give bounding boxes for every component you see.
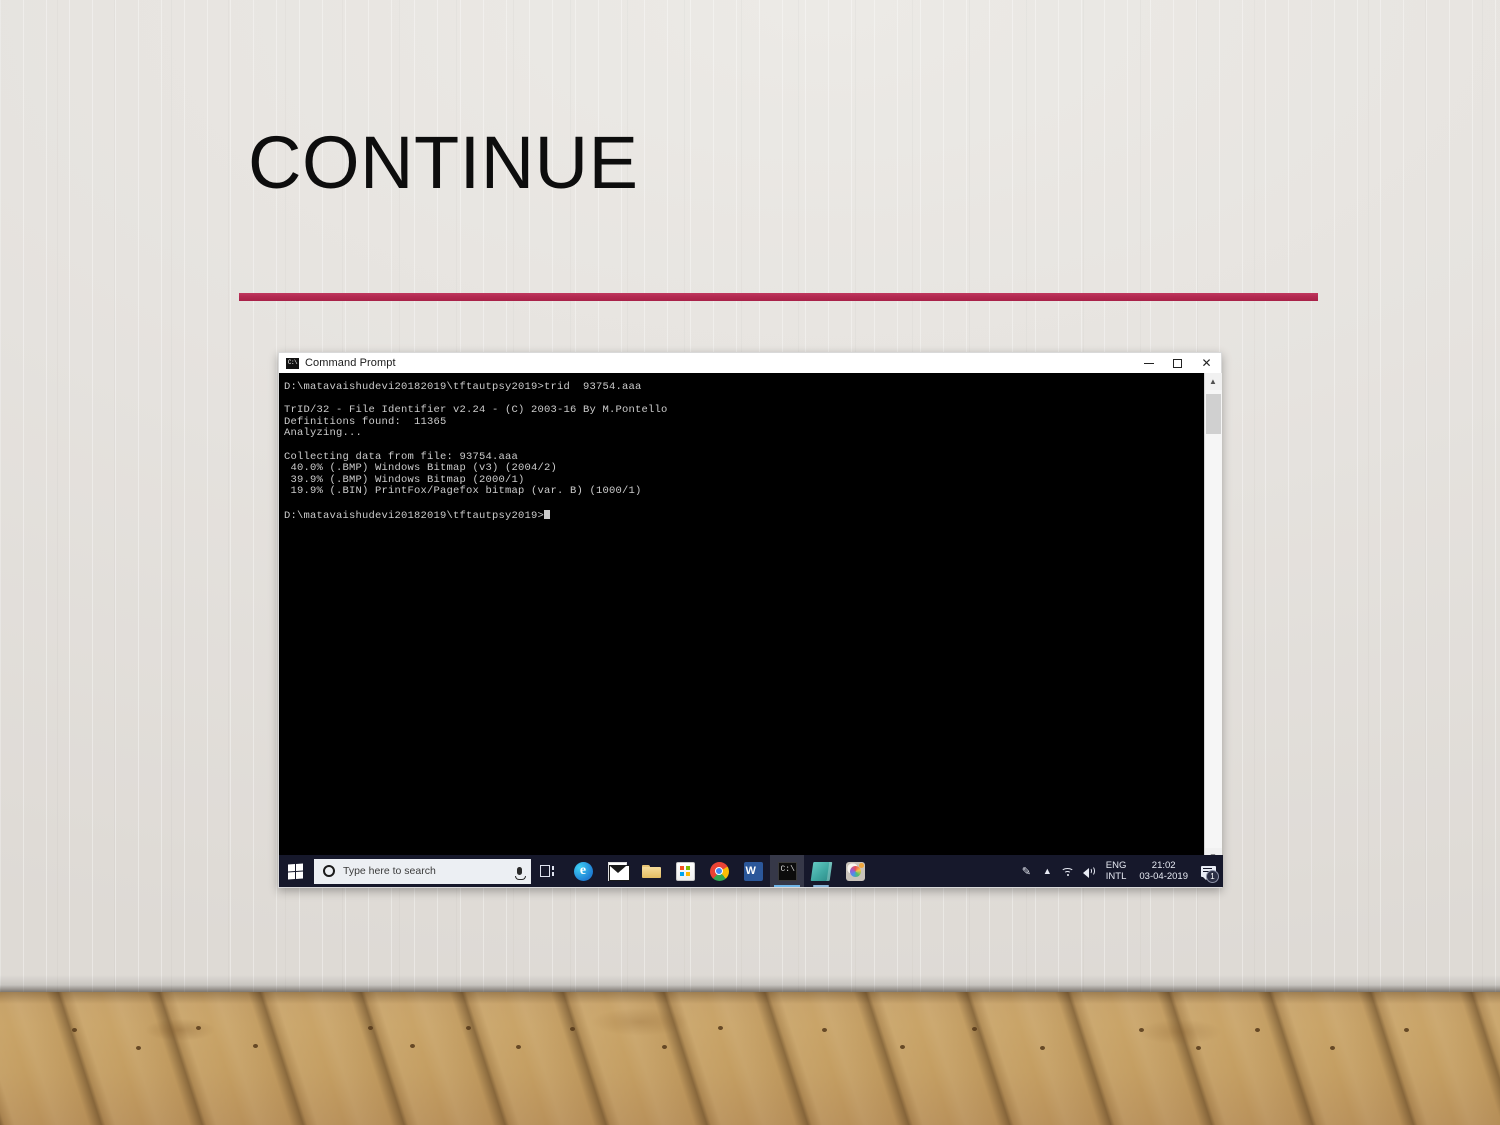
clock-time: 21:02 xyxy=(1151,860,1176,871)
command-prompt-icon: C:\ xyxy=(286,357,299,369)
command-prompt-window[interactable]: C:\ Command Prompt ✕ D:\matavaishudevi20… xyxy=(278,352,1223,888)
window-controls: ✕ xyxy=(1134,353,1221,373)
taskbar-app-buttons: e W C:\ xyxy=(566,855,872,887)
cortana-circle-icon xyxy=(323,865,335,877)
search-input[interactable]: Type here to search xyxy=(314,858,531,884)
title-accent-rule xyxy=(239,293,1318,301)
notification-count-badge: 1 xyxy=(1206,870,1219,883)
window-title: Command Prompt xyxy=(305,357,396,369)
pen-input-icon[interactable]: ✎ xyxy=(1016,855,1037,887)
clock-date: 03-04-2019 xyxy=(1139,871,1188,882)
console-text: D:\matavaishudevi20182019\tftautpsy2019>… xyxy=(284,381,668,522)
maximize-button[interactable] xyxy=(1163,353,1192,373)
file-explorer-icon xyxy=(641,862,661,881)
taskbar-item-google-chrome[interactable] xyxy=(702,855,736,887)
chrome-icon xyxy=(709,861,729,881)
wall-floor-shadow xyxy=(0,975,1500,993)
close-button[interactable]: ✕ xyxy=(1192,353,1221,373)
taskbar-item-mail[interactable] xyxy=(600,855,634,887)
taskbar-item-paint-3d[interactable] xyxy=(838,855,872,887)
language-indicator[interactable]: ENG INTL xyxy=(1100,860,1133,882)
taskbar-item-teal-app[interactable] xyxy=(804,855,838,887)
console-output[interactable]: D:\matavaishudevi20182019\tftautpsy2019>… xyxy=(279,373,1204,865)
console-scrollbar[interactable]: ▲ ▼ xyxy=(1204,373,1222,865)
taskbar-item-microsoft-edge[interactable]: e xyxy=(566,855,600,887)
wifi-icon[interactable] xyxy=(1058,855,1079,887)
language-line-1: ENG xyxy=(1105,860,1127,871)
task-view-icon xyxy=(539,865,554,877)
console-area[interactable]: D:\matavaishudevi20182019\tftautpsy2019>… xyxy=(279,373,1222,865)
start-button[interactable] xyxy=(279,855,312,887)
wooden-floor xyxy=(0,992,1500,1125)
minimize-button[interactable] xyxy=(1134,353,1163,373)
windows-logo-icon xyxy=(288,862,303,880)
scrollbar-track[interactable] xyxy=(1204,390,1222,848)
window-title-bar[interactable]: C:\ Command Prompt ✕ xyxy=(279,353,1221,373)
windows-taskbar[interactable]: Type here to search e W C:\ ✎ ▲ ENG INTL… xyxy=(279,855,1223,887)
paint-3d-icon xyxy=(845,861,865,881)
task-view-button[interactable] xyxy=(531,855,562,887)
close-icon: ✕ xyxy=(1201,356,1212,370)
edge-icon: e xyxy=(573,861,593,881)
system-tray: ✎ ▲ ENG INTL 21:02 03-04-2019 1 xyxy=(1016,855,1223,887)
microsoft-store-icon xyxy=(675,861,695,881)
page-title: CONTINUE xyxy=(248,121,639,204)
taskbar-item-command-prompt[interactable]: C:\ xyxy=(770,855,804,887)
maximize-icon xyxy=(1173,358,1182,368)
minimize-icon xyxy=(1143,362,1154,364)
taskbar-item-microsoft-store[interactable] xyxy=(668,855,702,887)
text-cursor xyxy=(544,509,551,519)
scroll-up-button[interactable]: ▲ xyxy=(1204,373,1222,390)
volume-icon[interactable] xyxy=(1079,855,1100,887)
taskbar-item-microsoft-word[interactable]: W xyxy=(736,855,770,887)
action-center-button[interactable]: 1 xyxy=(1195,855,1221,887)
search-placeholder: Type here to search xyxy=(343,865,436,877)
command-prompt-taskbar-icon: C:\ xyxy=(777,861,797,881)
mail-icon xyxy=(607,861,630,881)
clock[interactable]: 21:02 03-04-2019 xyxy=(1132,860,1195,882)
scrollbar-thumb[interactable] xyxy=(1205,394,1221,434)
microphone-icon[interactable] xyxy=(515,867,526,880)
taskbar-item-file-explorer[interactable] xyxy=(634,855,668,887)
show-hidden-icons-chevron[interactable]: ▲ xyxy=(1037,855,1058,887)
teal-app-icon xyxy=(810,861,832,881)
language-line-2: INTL xyxy=(1105,871,1127,882)
word-icon: W xyxy=(743,861,763,881)
